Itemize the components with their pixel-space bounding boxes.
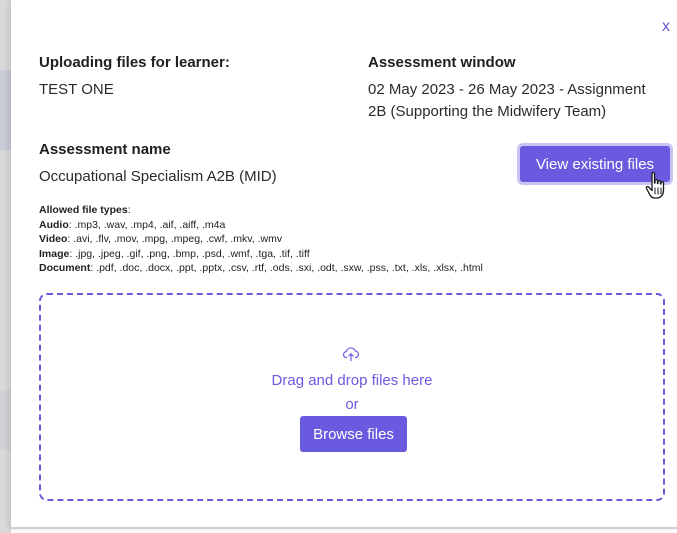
or-separator: or bbox=[345, 396, 359, 413]
allowed-file-types: Allowed file types: Audio: .mp3, .wav, .… bbox=[39, 203, 483, 276]
assessment-window-line2: 2B (Supporting the Midwifery Team) bbox=[368, 103, 607, 120]
cloud-upload-icon bbox=[342, 347, 360, 362]
video-types: : .avi, .flv, .mov, .mpg, .mpeg, .cwf, .… bbox=[67, 233, 283, 245]
close-button[interactable]: x bbox=[662, 18, 670, 36]
image-types: : .jpg, .jpeg, .gif, .png, .bmp, .psd, .… bbox=[69, 247, 310, 260]
assessment-window-line1: 02 May 2023 - 26 May 2023 - Assignment bbox=[368, 81, 646, 98]
assessment-window-label: Assessment window bbox=[368, 54, 516, 71]
document-types-row: Document: .pdf, .doc, .docx, .ppt, .pptx… bbox=[39, 261, 483, 276]
background-stripe bbox=[0, 70, 11, 150]
assessment-window-value: 02 May 2023 - 26 May 2023 - Assignment 2… bbox=[368, 79, 668, 123]
learner-name: TEST ONE bbox=[39, 81, 114, 98]
image-label: Image bbox=[39, 247, 70, 260]
assessment-name-label: Assessment name bbox=[39, 141, 171, 158]
background-page-edge bbox=[0, 0, 11, 533]
allowed-types-heading: Allowed file types bbox=[39, 204, 128, 216]
learner-label: Uploading files for learner: bbox=[39, 54, 230, 71]
audio-types-row: Audio: .mp3, .wav, .mp4, .aif, .aiff, .m… bbox=[39, 218, 483, 233]
document-types: : .pdf, .doc, .docx, .ppt, .pptx, .csv, … bbox=[90, 262, 483, 274]
background-stripe bbox=[0, 390, 11, 450]
video-label: Video bbox=[39, 233, 68, 245]
hand-pointer-cursor-icon bbox=[645, 171, 665, 199]
image-types-row: Image: .jpg, .jpeg, .gif, .png, .bmp, .p… bbox=[39, 247, 483, 262]
assessment-name-value: Occupational Specialism A2B (MID) bbox=[39, 168, 277, 185]
video-types-row: Video: .avi, .flv, .mov, .mpg, .mpeg, .c… bbox=[39, 232, 483, 247]
browse-files-button[interactable]: Browse files bbox=[300, 416, 407, 452]
document-label: Document bbox=[39, 262, 91, 274]
allowed-types-heading-suffix: : bbox=[127, 204, 131, 216]
upload-files-dialog: x Uploading files for learner: TEST ONE … bbox=[11, 0, 677, 529]
allowed-types-heading-row: Allowed file types: bbox=[39, 203, 483, 218]
audio-label: Audio bbox=[39, 218, 69, 231]
drag-drop-text: Drag and drop files here bbox=[271, 372, 433, 389]
audio-types: : .mp3, .wav, .mp4, .aif, .aiff, .m4a bbox=[68, 218, 226, 231]
